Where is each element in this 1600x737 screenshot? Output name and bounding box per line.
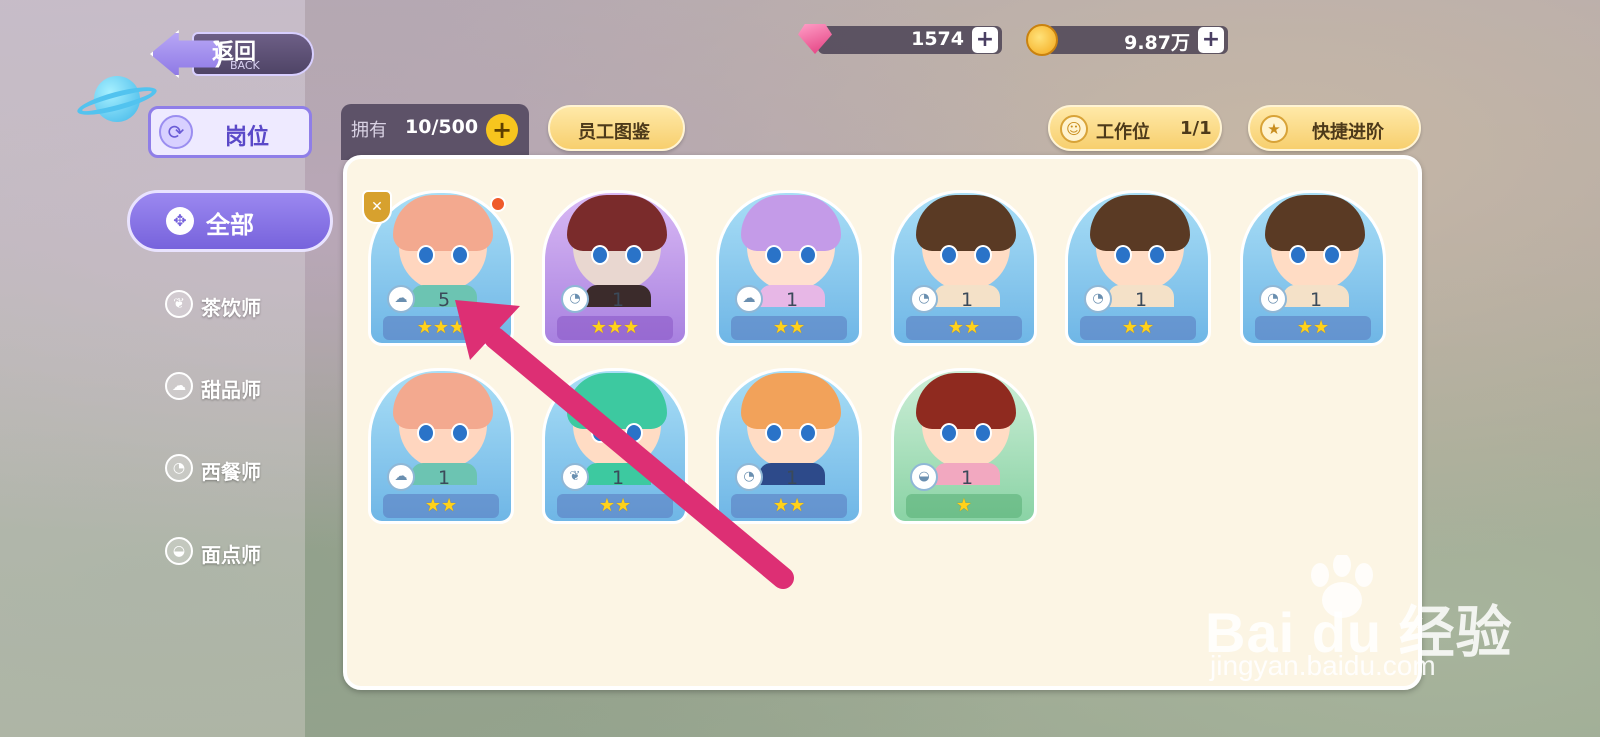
watermark-url: jingyan.baidu.com: [1210, 650, 1436, 681]
